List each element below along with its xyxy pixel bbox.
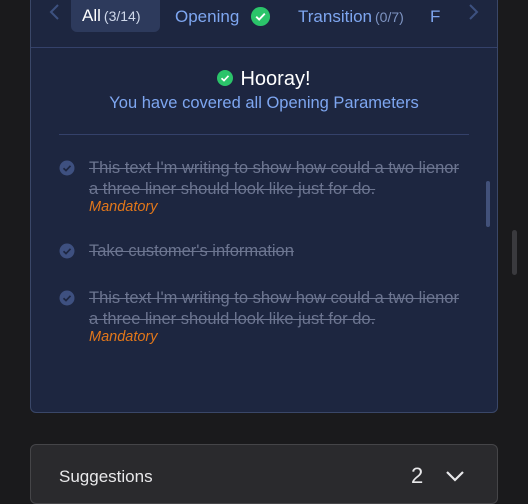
tab-opening[interactable]: Opening <box>175 1 271 32</box>
mandatory-tag: Mandatory <box>89 199 158 215</box>
checklist-item-text: This text I'm writing to show how could … <box>89 159 459 198</box>
tab-transition-label: Transition <box>298 7 373 26</box>
suggestions-count: 2 <box>411 463 424 488</box>
page-scrollbar[interactable] <box>512 230 517 275</box>
tab-next-label: F <box>430 7 441 26</box>
checklist-item-text: Take customer's information <box>89 242 294 260</box>
hooray-heading: Hooray! <box>31 68 497 91</box>
completion-message: You have covered all Opening Parameters <box>109 94 419 112</box>
check-circle-icon <box>217 69 234 86</box>
chevron-down-icon[interactable] <box>444 465 466 487</box>
parameters-panel: All (3/14) Opening Transition (0/7) F Hoor… <box>30 0 498 413</box>
chevron-left-icon[interactable] <box>45 2 65 22</box>
tab-opening-label: Opening <box>175 7 240 26</box>
suggestions-section[interactable]: Suggestions 2 <box>30 444 498 504</box>
hooray-title: Hooray! <box>240 68 311 90</box>
tab-transition[interactable]: Transition (0/7) <box>298 1 404 32</box>
divider <box>59 134 469 135</box>
check-circle-icon <box>59 160 75 176</box>
suggestions-title: Suggestions <box>59 467 153 486</box>
tab-all[interactable]: All (3/14) <box>71 0 160 32</box>
panel-scrollbar[interactable] <box>486 181 490 227</box>
tab-transition-count: (0/7) <box>375 9 404 25</box>
check-circle-icon <box>59 290 75 306</box>
chevron-right-icon[interactable] <box>463 2 483 22</box>
mandatory-tag: Mandatory <box>89 329 158 345</box>
tab-next-truncated[interactable]: F <box>430 1 440 32</box>
check-circle-icon <box>250 6 271 26</box>
tab-all-label: All <box>82 6 101 25</box>
check-circle-icon <box>59 243 75 259</box>
checklist-item-text: This text I'm writing to show how could … <box>89 289 459 328</box>
tab-all-count: (3/14) <box>103 8 141 24</box>
tab-bar: All (3/14) Opening Transition (0/7) F <box>31 0 497 48</box>
